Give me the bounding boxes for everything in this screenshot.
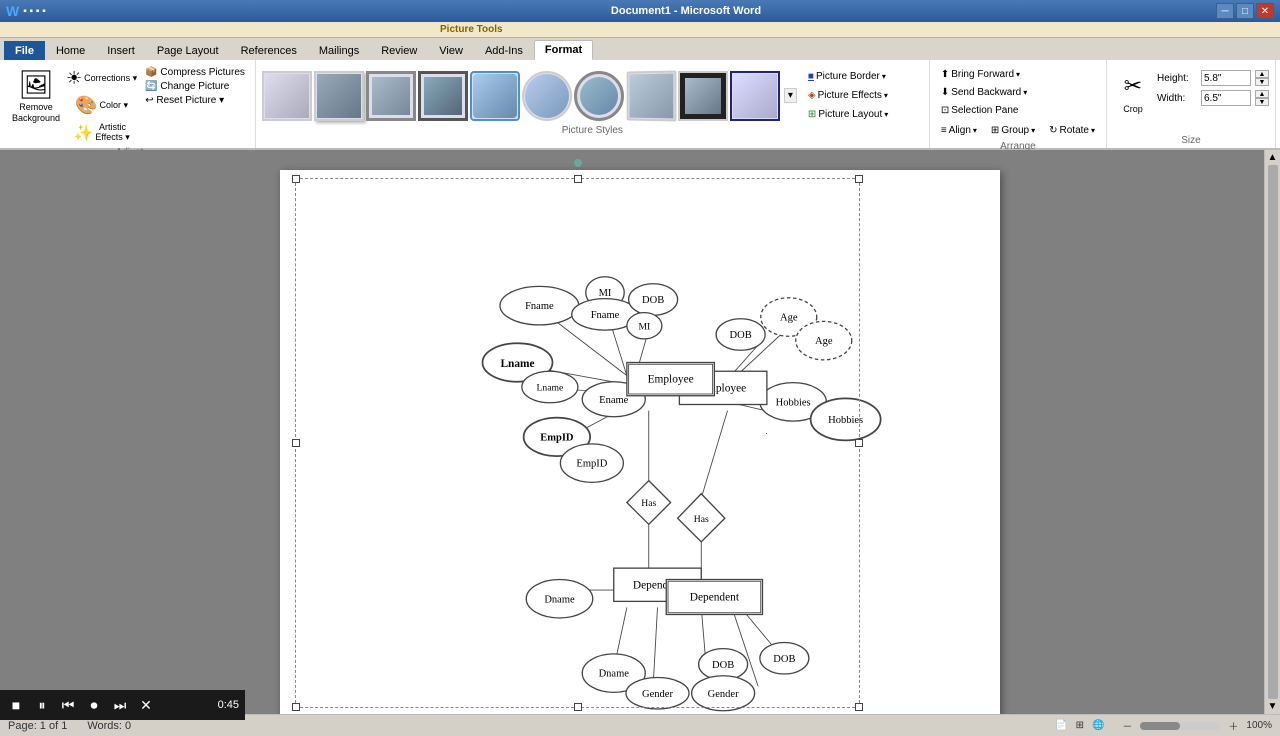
crop-button[interactable]: ✂ Crop bbox=[1113, 66, 1153, 118]
height-input[interactable] bbox=[1201, 70, 1251, 86]
handle-bottom-center[interactable] bbox=[574, 703, 582, 711]
ribbon: 🖼 RemoveBackground ☀ Corrections ▾ 🎨 Col… bbox=[0, 60, 1280, 150]
handle-middle-right[interactable] bbox=[855, 439, 863, 447]
style-7[interactable] bbox=[574, 71, 624, 121]
styles-more-button[interactable]: ▾ bbox=[784, 88, 797, 103]
maximize-button[interactable]: □ bbox=[1236, 3, 1254, 19]
width-input[interactable] bbox=[1201, 90, 1251, 106]
handle-bottom-left[interactable] bbox=[292, 703, 300, 711]
size-group: ✂ Crop Height: ▲ ▼ Width: ▲ bbox=[1107, 60, 1276, 148]
zoom-out-icon[interactable]: － bbox=[1122, 718, 1132, 733]
handle-top-left[interactable] bbox=[292, 175, 300, 183]
height-label: Height: bbox=[1157, 73, 1197, 84]
corrections-button[interactable]: ☀ Corrections ▾ bbox=[64, 66, 139, 91]
tab-view[interactable]: View bbox=[428, 41, 474, 60]
scrollbar-vertical[interactable]: ▲ ▼ bbox=[1264, 150, 1280, 714]
style-9[interactable] bbox=[678, 71, 728, 121]
compress-pictures-button[interactable]: 📦 Compress Pictures bbox=[141, 66, 249, 79]
rotate-handle[interactable] bbox=[574, 159, 582, 167]
width-input-row: Width: ▲ ▼ bbox=[1157, 90, 1269, 106]
selection-pane-button[interactable]: ⊡ Selection Pane bbox=[936, 102, 1024, 119]
media-time: 0:45 bbox=[218, 699, 239, 711]
page-info: Page: 1 of 1 bbox=[8, 720, 67, 732]
tab-home[interactable]: Home bbox=[45, 41, 96, 60]
width-down[interactable]: ▼ bbox=[1255, 98, 1269, 106]
tab-format[interactable]: Format bbox=[534, 40, 593, 60]
tab-file[interactable]: File bbox=[4, 41, 45, 60]
step-back-button[interactable]: ⏮ bbox=[58, 695, 78, 715]
step-forward-button[interactable]: ⏭ bbox=[110, 695, 130, 715]
rotate-button[interactable]: ↻ Rotate ▾ bbox=[1044, 122, 1100, 139]
picture-effects-button[interactable]: ◈ Picture Effects ▾ bbox=[803, 87, 893, 104]
minimize-button[interactable]: ─ bbox=[1216, 3, 1234, 19]
document: Fname MI Fname DOB MI DOB Age Age bbox=[280, 170, 1000, 714]
height-spinner[interactable]: ▲ ▼ bbox=[1255, 70, 1269, 86]
picture-styles-label: Picture Styles bbox=[262, 125, 923, 136]
height-up[interactable]: ▲ bbox=[1255, 70, 1269, 78]
change-picture-button[interactable]: 🔄 Change Picture bbox=[141, 80, 249, 93]
tab-insert[interactable]: Insert bbox=[96, 41, 146, 60]
style-5[interactable] bbox=[470, 71, 520, 121]
group-button[interactable]: ⊞ Group ▾ bbox=[986, 122, 1040, 139]
view-mode-icon[interactable]: 📄 bbox=[1055, 720, 1067, 731]
artistic-effects-button[interactable]: ✨ ArtisticEffects ▾ bbox=[64, 120, 139, 145]
title-bar-text: Document1 - Microsoft Word bbox=[156, 5, 1216, 17]
picture-styles-group: ▾ ■ Picture Border ▾ ◈ Picture Effects ▾… bbox=[256, 60, 930, 148]
print-layout-icon[interactable]: ⊞ bbox=[1076, 720, 1084, 731]
style-4[interactable] bbox=[418, 71, 468, 121]
style-3[interactable] bbox=[366, 71, 416, 121]
image-frame[interactable] bbox=[295, 178, 860, 708]
word-count: Words: 0 bbox=[87, 720, 131, 732]
bring-forward-button[interactable]: ⬆ Bring Forward ▾ bbox=[936, 66, 1025, 83]
media-controls: ■ ⏸ ⏮ ⏺ ⏭ ✕ 0:45 bbox=[0, 690, 245, 720]
handle-bottom-right[interactable] bbox=[855, 703, 863, 711]
style-8[interactable] bbox=[627, 70, 677, 121]
web-view-icon[interactable]: 🌐 bbox=[1092, 720, 1104, 731]
zoom-level: 100% bbox=[1246, 720, 1272, 731]
width-label: Width: bbox=[1157, 93, 1197, 104]
handle-top-center[interactable] bbox=[574, 175, 582, 183]
size-group-label: Size bbox=[1181, 135, 1200, 146]
picture-tools-context: Picture Tools bbox=[0, 22, 1280, 38]
crop-icon: ✂ bbox=[1117, 70, 1149, 102]
style-1[interactable] bbox=[262, 71, 312, 121]
width-spinner[interactable]: ▲ ▼ bbox=[1255, 90, 1269, 106]
color-button[interactable]: 🎨 Color ▾ bbox=[64, 93, 139, 118]
title-bar: W ▪ ▪ ▪ ▪ Document1 - Microsoft Word ─ □… bbox=[0, 0, 1280, 22]
arrange-group: ⬆ Bring Forward ▾ ⬇ Send Backward ▾ ⊡ Se… bbox=[930, 60, 1107, 148]
remove-background-button[interactable]: 🖼 RemoveBackground bbox=[10, 64, 62, 128]
tab-addins[interactable]: Add-Ins bbox=[474, 41, 534, 60]
align-button[interactable]: ≡ Align ▾ bbox=[936, 122, 982, 139]
send-backward-button[interactable]: ⬇ Send Backward ▾ bbox=[936, 84, 1032, 101]
picture-border-button[interactable]: ■ Picture Border ▾ bbox=[803, 68, 893, 85]
zoom-slider[interactable] bbox=[1140, 722, 1220, 730]
handle-top-right[interactable] bbox=[855, 175, 863, 183]
document-area: ▲ ▼ bbox=[0, 150, 1280, 714]
style-6[interactable] bbox=[522, 71, 572, 121]
remove-bg-icon: 🖼 bbox=[20, 68, 52, 100]
picture-layout-button[interactable]: ⊞ Picture Layout ▾ bbox=[803, 106, 893, 123]
reset-picture-button[interactable]: ↩ Reset Picture ▾ bbox=[141, 94, 249, 107]
close-media-button[interactable]: ✕ bbox=[136, 695, 156, 715]
handle-middle-left[interactable] bbox=[292, 439, 300, 447]
stop-button[interactable]: ■ bbox=[6, 695, 26, 715]
height-down[interactable]: ▼ bbox=[1255, 78, 1269, 86]
tab-page-layout[interactable]: Page Layout bbox=[146, 41, 230, 60]
tab-mailings[interactable]: Mailings bbox=[308, 41, 370, 60]
tab-references[interactable]: References bbox=[230, 41, 308, 60]
zoom-in-icon[interactable]: ＋ bbox=[1228, 718, 1238, 733]
adjust-group: 🖼 RemoveBackground ☀ Corrections ▾ 🎨 Col… bbox=[4, 60, 256, 148]
tab-review[interactable]: Review bbox=[370, 41, 428, 60]
record-button[interactable]: ⏺ bbox=[84, 695, 104, 715]
style-2[interactable] bbox=[314, 71, 364, 121]
ribbon-tabs: File Home Insert Page Layout References … bbox=[0, 38, 1280, 60]
title-bar-controls: ─ □ ✕ bbox=[1216, 3, 1274, 19]
width-up[interactable]: ▲ bbox=[1255, 90, 1269, 98]
close-button[interactable]: ✕ bbox=[1256, 3, 1274, 19]
pause-button[interactable]: ⏸ bbox=[32, 695, 52, 715]
style-10[interactable] bbox=[730, 71, 780, 121]
height-input-row: Height: ▲ ▼ bbox=[1157, 70, 1269, 86]
